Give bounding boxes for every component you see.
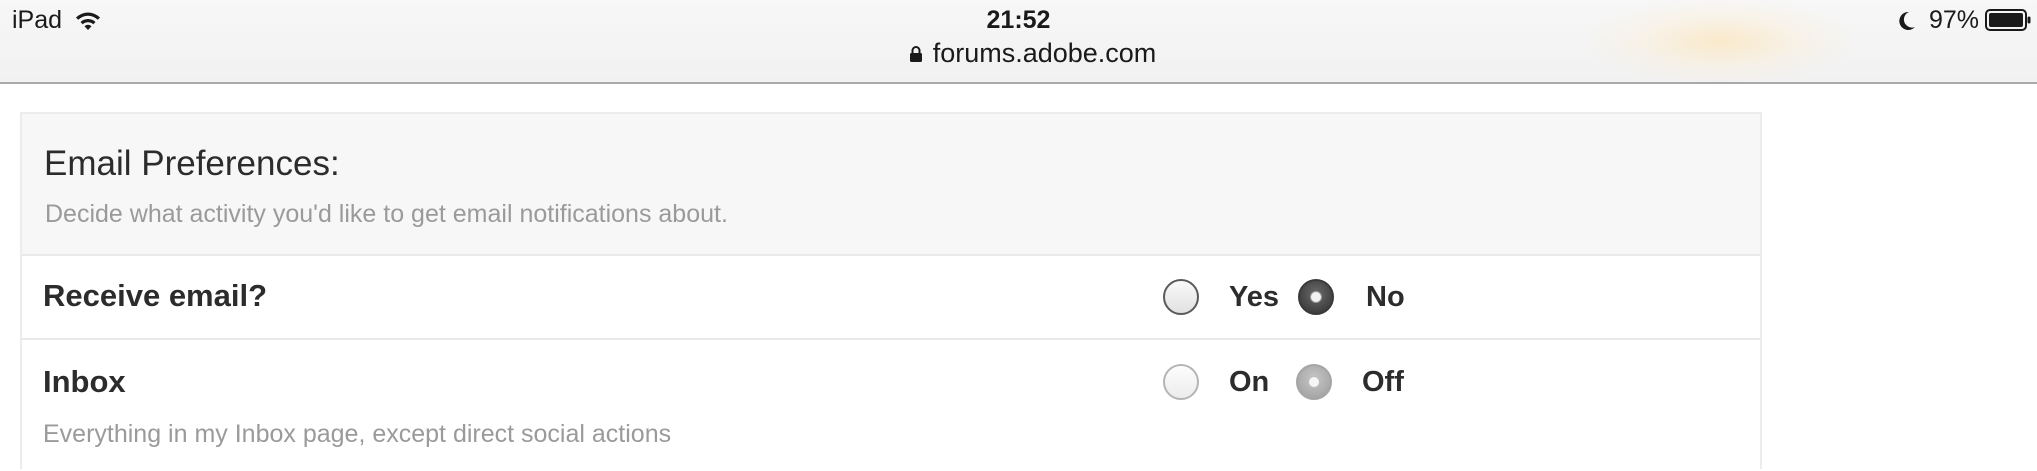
panel-description: Decide what activity you'd like to get e… bbox=[45, 200, 728, 228]
inbox-row: Inbox Everything in my Inbox page, excep… bbox=[22, 340, 1760, 471]
receive-email-no-option[interactable]: No bbox=[1298, 279, 1405, 315]
receive-email-yes-option[interactable]: Yes bbox=[1163, 279, 1279, 315]
inbox-off-radio[interactable] bbox=[1296, 364, 1332, 400]
inbox-off-label: Off bbox=[1362, 365, 1404, 398]
receive-email-no-radio[interactable] bbox=[1298, 279, 1334, 315]
status-bar: iPad 21:52 forums.adobe.com 97% bbox=[0, 0, 2037, 84]
panel-title: Email Preferences: bbox=[44, 144, 340, 183]
battery-percent: 97% bbox=[1929, 6, 1980, 34]
receive-email-yes-radio[interactable] bbox=[1163, 279, 1199, 315]
clock: 21:52 bbox=[986, 6, 1051, 34]
url-text: forums.adobe.com bbox=[932, 38, 1157, 68]
moon-icon bbox=[1899, 11, 1915, 30]
battery-icon bbox=[1985, 9, 2031, 31]
inbox-off-option[interactable]: Off bbox=[1296, 364, 1404, 400]
address-bar[interactable]: forums.adobe.com bbox=[0, 38, 2037, 69]
inbox-on-option[interactable]: On bbox=[1163, 364, 1269, 400]
panel-header: Email Preferences: Decide what activity … bbox=[22, 114, 1760, 256]
receive-email-no-label: No bbox=[1366, 280, 1405, 313]
inbox-on-label: On bbox=[1229, 365, 1270, 398]
receive-email-row: Receive email? Yes No bbox=[22, 256, 1760, 340]
receive-email-yes-label: Yes bbox=[1229, 280, 1279, 313]
lock-icon bbox=[909, 46, 922, 62]
email-preferences-panel: Email Preferences: Decide what activity … bbox=[20, 112, 1762, 469]
inbox-label: Inbox bbox=[43, 364, 126, 399]
inbox-description: Everything in my Inbox page, except dire… bbox=[43, 420, 672, 448]
receive-email-label: Receive email? bbox=[43, 278, 268, 313]
inbox-on-radio[interactable] bbox=[1163, 364, 1199, 400]
